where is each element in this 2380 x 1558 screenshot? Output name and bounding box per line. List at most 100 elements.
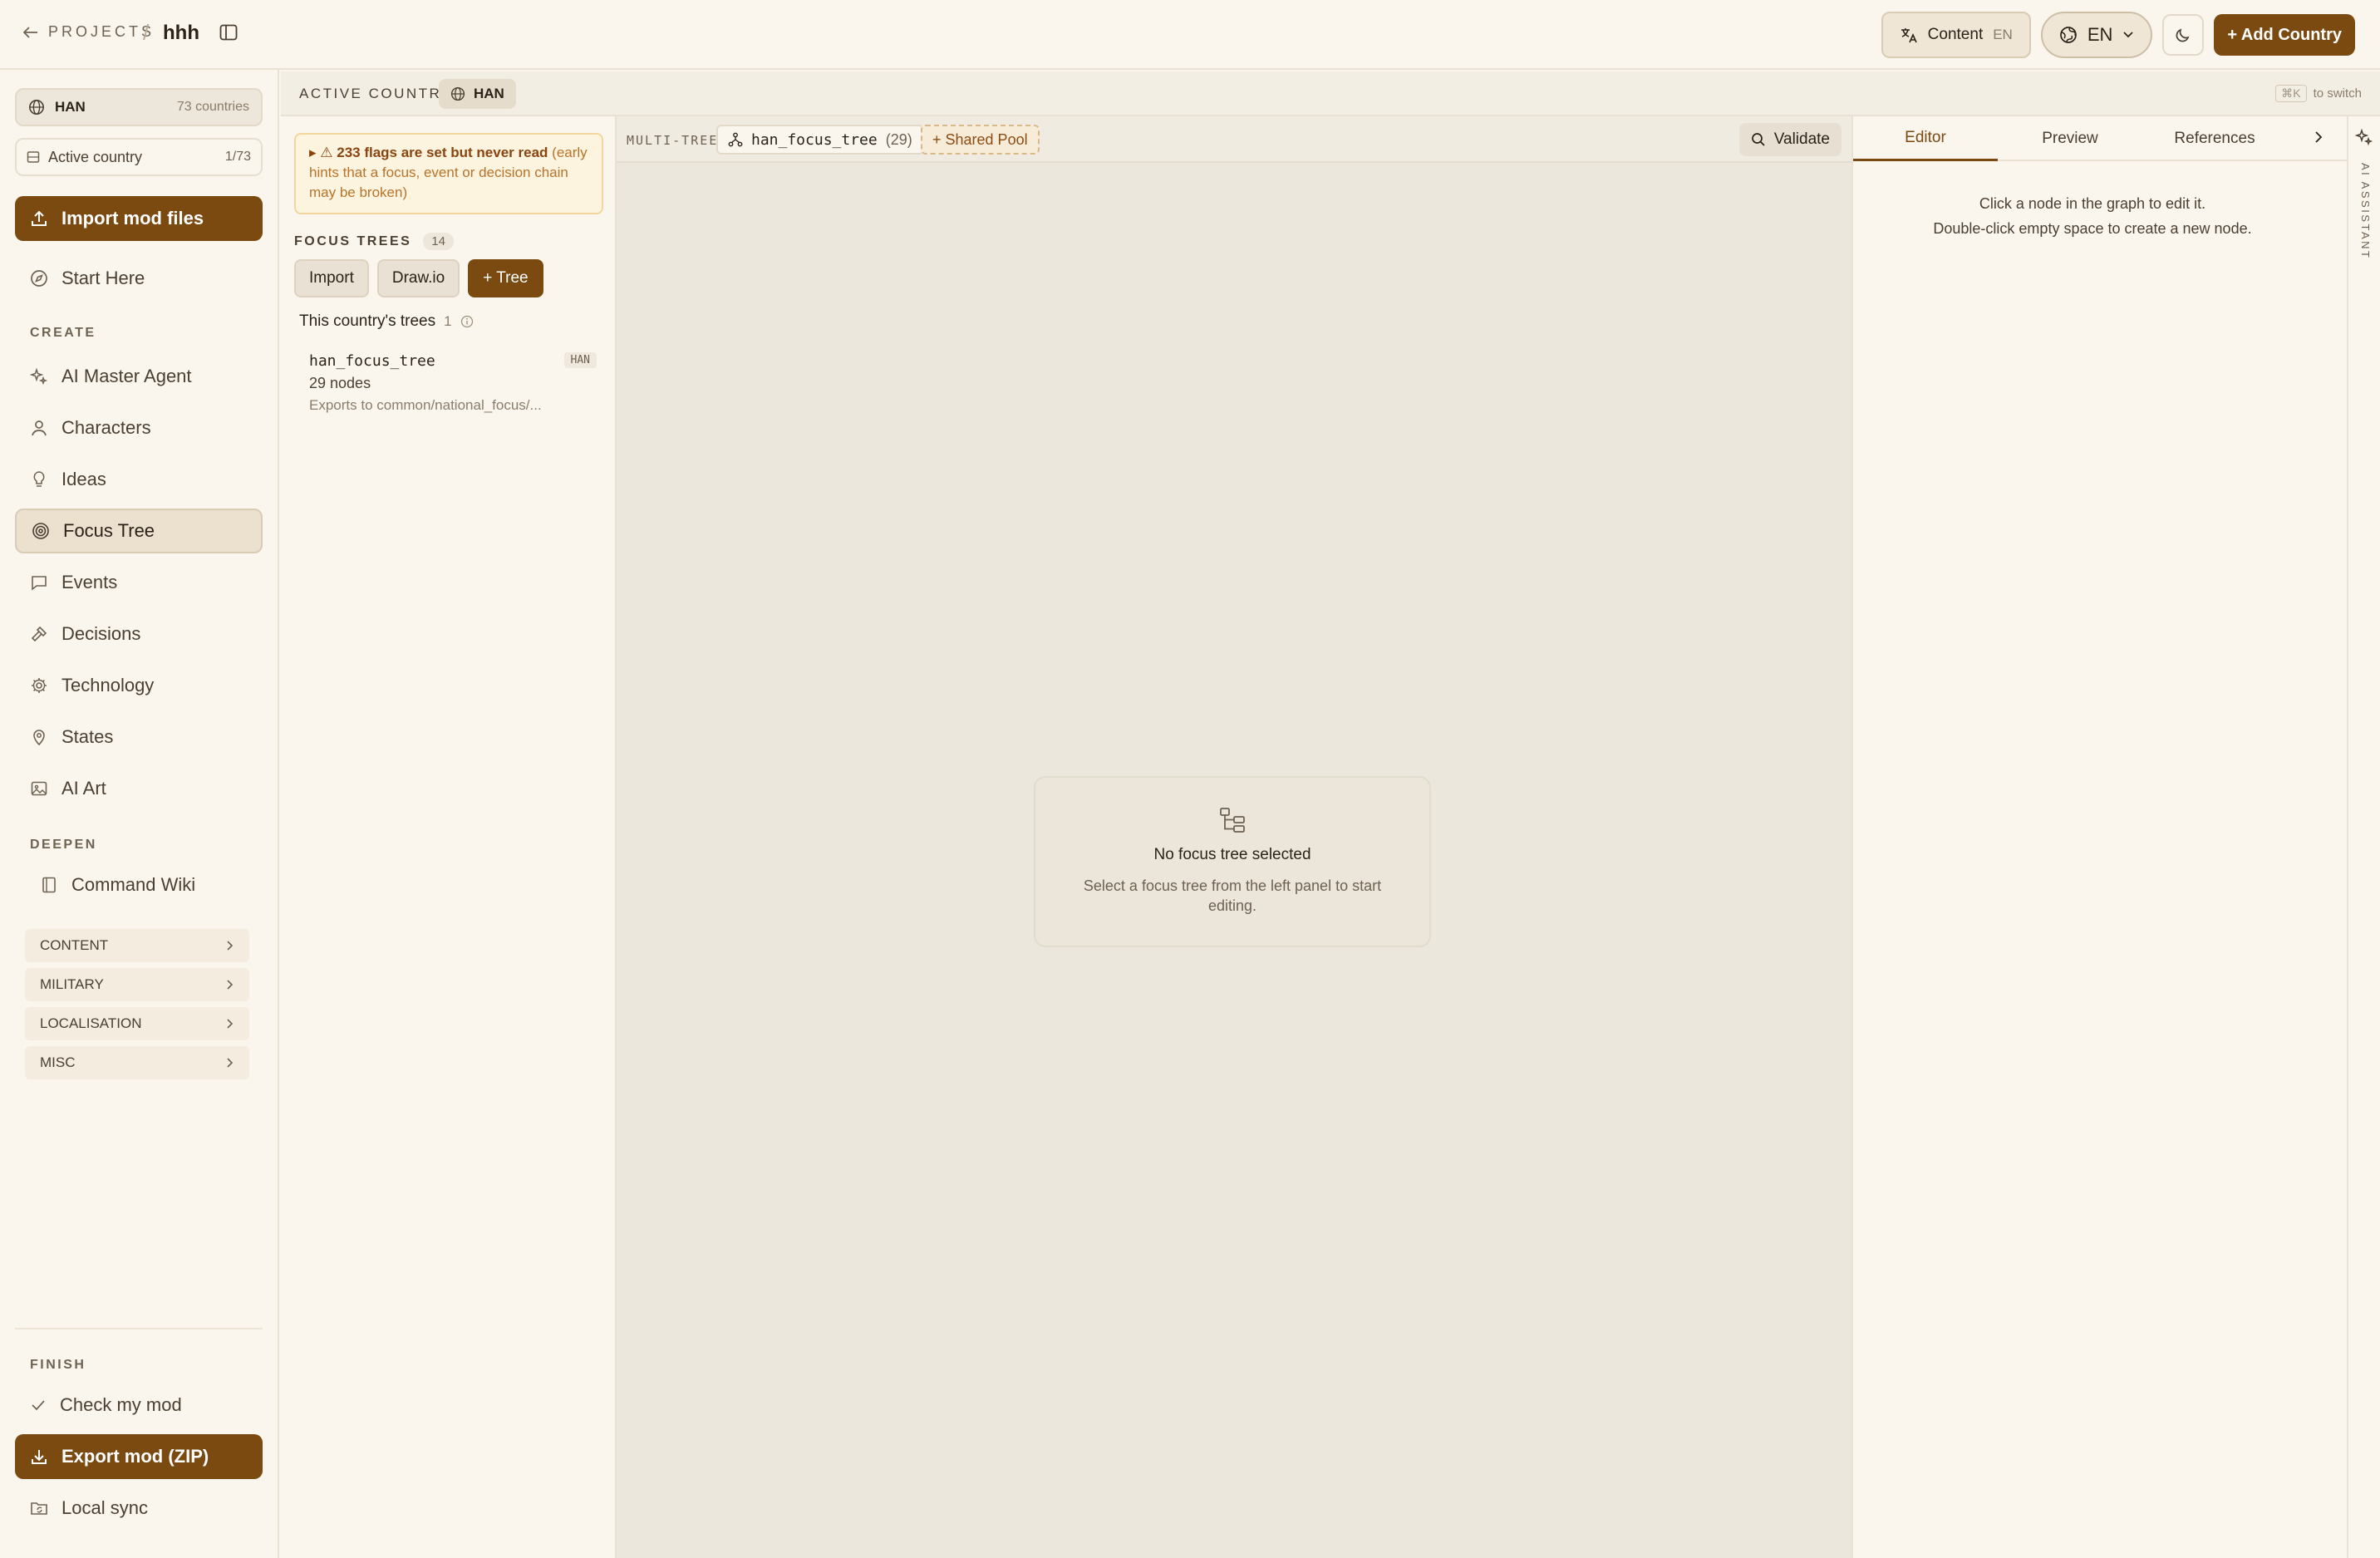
info-icon[interactable] xyxy=(460,315,474,328)
nav-states[interactable]: States xyxy=(15,715,263,759)
check-icon xyxy=(32,1400,45,1411)
nav-label: Start Here xyxy=(61,268,145,288)
nav-label: Ideas xyxy=(61,469,106,489)
section-deepen-label: DEEPEN xyxy=(30,838,97,852)
empty-state-description: Select a focus tree from the left panel … xyxy=(1083,877,1382,914)
shared-pool-button[interactable]: + Shared Pool xyxy=(921,125,1040,155)
nav-decisions[interactable]: Decisions xyxy=(15,612,263,656)
project-name: hhh xyxy=(163,22,199,44)
section-create-label: CREATE xyxy=(30,326,96,340)
nav-characters[interactable]: Characters xyxy=(15,405,263,450)
focus-tree-canvas[interactable]: MULTI-TREE han_focus_tree (29) + Shared … xyxy=(617,116,1851,1558)
active-country-filter[interactable]: Active country 1/73 xyxy=(15,138,263,176)
country-selector[interactable]: HAN 73 countries xyxy=(15,88,263,126)
country-trees-count: 1 xyxy=(444,313,452,329)
tree-chip-count: (29) xyxy=(885,130,912,148)
nav-ideas[interactable]: Ideas xyxy=(15,457,263,502)
canvas-toolbar: MULTI-TREE han_focus_tree (29) + Shared … xyxy=(617,116,1851,163)
nav-command-wiki[interactable]: Command Wiki xyxy=(25,863,263,907)
top-bar: PROJECTS / hhh Content EN EN + Add Count… xyxy=(0,0,2380,70)
active-country-code: HAN xyxy=(474,86,504,101)
nav-label: Focus Tree xyxy=(63,520,155,541)
group-localisation[interactable]: LOCALISATION xyxy=(25,1007,249,1040)
ai-assistant-rail[interactable]: AI ASSISTANT xyxy=(2347,116,2380,1558)
nav-start-here[interactable]: Start Here xyxy=(15,256,263,301)
nav-label: States xyxy=(61,726,114,747)
sparkle-icon xyxy=(30,367,48,386)
content-label: Content xyxy=(1927,26,1984,43)
country-trees-label: This country's trees xyxy=(299,312,436,330)
nav-ai-master-agent[interactable]: AI Master Agent xyxy=(15,354,263,399)
new-tree-button[interactable]: + Tree xyxy=(468,259,543,297)
nav-events[interactable]: Events xyxy=(15,560,263,605)
tree-structure-icon xyxy=(1220,808,1245,833)
back-to-projects-link[interactable]: PROJECTS xyxy=(23,23,155,41)
sidebar-divider xyxy=(15,1328,263,1329)
nav-check-my-mod[interactable]: Check my mod xyxy=(15,1383,263,1428)
nav-label: AI Master Agent xyxy=(61,366,192,386)
add-country-button[interactable]: + Add Country xyxy=(2214,14,2355,56)
tree-export-path: Exports to common/national_focus/... xyxy=(309,397,542,413)
validate-button[interactable]: Validate xyxy=(1738,123,1842,156)
drawio-button[interactable]: Draw.io xyxy=(376,259,460,297)
shortcut-key: ⌘K xyxy=(2275,85,2307,102)
nav-local-sync[interactable]: Local sync xyxy=(15,1486,263,1531)
nav-ai-art[interactable]: AI Art xyxy=(15,766,263,811)
nav-technology[interactable]: Technology xyxy=(15,663,263,708)
active-country-pill[interactable]: HAN xyxy=(439,79,516,109)
gavel-icon xyxy=(31,626,47,642)
nav-focus-tree[interactable]: Focus Tree xyxy=(15,509,263,553)
nav-label: Check my mod xyxy=(60,1394,182,1415)
arrow-left-icon xyxy=(23,26,37,38)
editor-hint: Click a node in the graph to edit it. Do… xyxy=(1853,191,2332,241)
sidebar-panel-icon xyxy=(219,24,238,41)
language-select[interactable]: EN xyxy=(2040,12,2153,58)
group-military[interactable]: MILITARY xyxy=(25,968,249,1001)
multi-tree-label: MULTI-TREE xyxy=(627,133,719,148)
ai-assistant-label: AI ASSISTANT xyxy=(2359,163,2372,260)
focus-trees-header: FOCUS TREES 14 xyxy=(294,233,454,250)
chevron-right-icon[interactable] xyxy=(2314,130,2323,145)
dark-mode-toggle[interactable] xyxy=(2162,14,2205,56)
globe-icon xyxy=(29,100,44,115)
tab-references[interactable]: References xyxy=(2142,116,2287,161)
tab-preview[interactable]: Preview xyxy=(1998,116,2142,161)
back-label: PROJECTS xyxy=(48,23,155,40)
moon-icon xyxy=(2176,28,2190,42)
warning-icon: ⚠ xyxy=(320,145,337,160)
country-code: HAN xyxy=(55,99,86,115)
sparkle-icon xyxy=(2355,128,2373,146)
active-country-bar: ACTIVE COUNTRY HAN ⌘K to switch xyxy=(281,71,2380,116)
section-finish-label: FINISH xyxy=(30,1358,86,1372)
flags-warning[interactable]: ▸ ⚠ 233 flags are set but never read (ea… xyxy=(294,133,603,214)
empty-state-card: No focus tree selected Select a focus tr… xyxy=(1034,776,1431,947)
sidebar-toggle-button[interactable] xyxy=(219,23,238,42)
folder-sync-icon xyxy=(31,1502,47,1515)
focus-tree-actions: Import Draw.io + Tree xyxy=(294,259,543,297)
tree-country-tag: HAN xyxy=(563,352,597,368)
group-content[interactable]: CONTENT xyxy=(25,929,249,962)
warning-toggle: ▸ xyxy=(309,145,321,160)
active-country-bar-label: ACTIVE COUNTRY xyxy=(299,86,453,101)
tab-editor[interactable]: Editor xyxy=(1853,116,1998,161)
import-mod-files-button[interactable]: Import mod files xyxy=(15,196,263,241)
import-label: Import mod files xyxy=(61,208,204,229)
tree-chip[interactable]: han_focus_tree (29) xyxy=(716,125,924,155)
nav-label: Characters xyxy=(61,417,151,438)
export-mod-button[interactable]: Export mod (ZIP) xyxy=(15,1434,263,1479)
group-label: CONTENT xyxy=(40,937,109,953)
book-icon xyxy=(42,877,56,893)
editor-tabs: Editor Preview References xyxy=(1853,116,2348,161)
message-icon xyxy=(32,576,47,591)
import-tree-button[interactable]: Import xyxy=(294,259,369,297)
tree-list-item[interactable]: han_focus_tree HAN 29 nodes Exports to c… xyxy=(309,352,597,414)
active-country-count: 1/73 xyxy=(224,150,251,164)
nav-label: AI Art xyxy=(61,778,106,799)
group-misc[interactable]: MISC xyxy=(25,1046,249,1079)
content-language-button[interactable]: Content EN xyxy=(1881,12,2031,58)
editor-hint-line-2: Double-click empty space to create a new… xyxy=(1933,220,2252,237)
editor-hint-line-1: Click a node in the graph to edit it. xyxy=(1979,195,2206,212)
translate-icon xyxy=(1901,28,1917,43)
gear-icon xyxy=(32,678,47,693)
group-label: LOCALISATION xyxy=(40,1015,142,1031)
